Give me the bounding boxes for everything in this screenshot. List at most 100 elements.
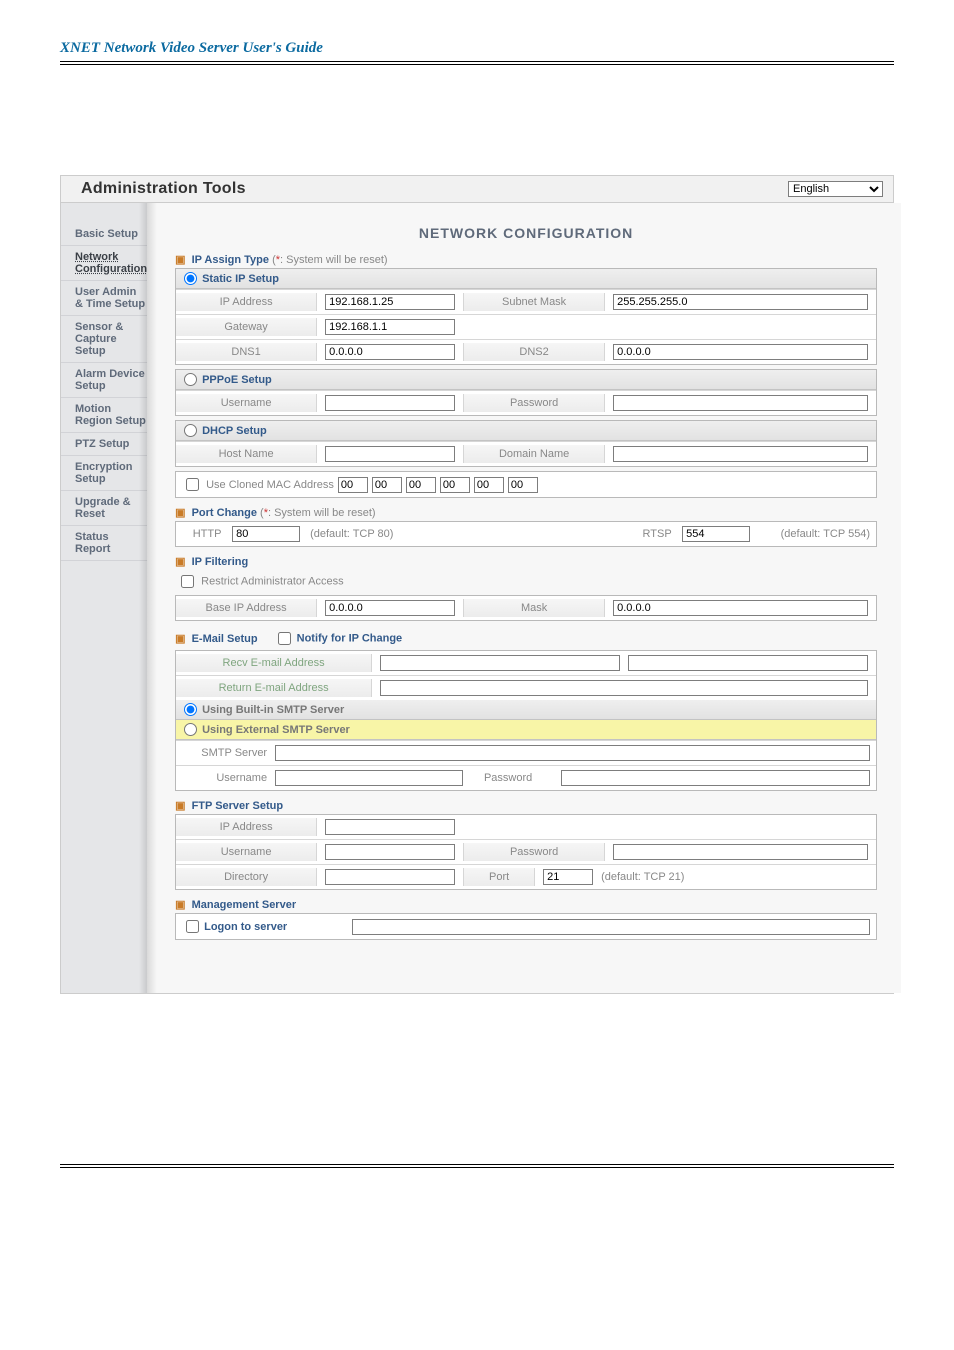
pppoe-password-input[interactable]: [613, 395, 868, 411]
hostname-input[interactable]: [325, 446, 455, 462]
rtsp-hint: (default: TCP 554): [760, 528, 870, 540]
ip-assign-header: ▣ IP Assign Type (*: System will be rese…: [175, 253, 877, 266]
mac-octet-4[interactable]: [440, 477, 470, 493]
http-port-input[interactable]: [232, 526, 300, 542]
base-ip-input[interactable]: [325, 600, 455, 616]
ftp-ip-label: IP Address: [176, 818, 317, 836]
mac-row: Use Cloned MAC Address: [175, 471, 877, 498]
ip-filtering-header: ▣ IP Filtering: [175, 555, 877, 568]
pppoe-box: PPPoE Setup Username Password: [175, 369, 877, 416]
ftp-port-hint: (default: TCP 21): [601, 871, 684, 883]
email-box: Recv E-mail Address Return E-mail Addres…: [175, 650, 877, 791]
ftp-username-label: Username: [176, 843, 317, 861]
smtp-username-label: Username: [182, 772, 275, 784]
sidebar-item-user-admin-time[interactable]: User Admin & Time Setup: [61, 281, 147, 316]
admin-header: Administration Tools English: [61, 176, 893, 203]
mac-octet-3[interactable]: [406, 477, 436, 493]
ftp-port-label: Port: [463, 868, 535, 886]
page-title: NETWORK CONFIGURATION: [175, 225, 877, 241]
rtsp-port-input[interactable]: [682, 526, 750, 542]
sidebar-item-sensor-capture[interactable]: Sensor & Capture Setup: [61, 316, 147, 363]
pppoe-username-input[interactable]: [325, 395, 455, 411]
sidebar-item-basic-setup[interactable]: Basic Setup: [61, 223, 147, 246]
sidebar-item-encryption-setup[interactable]: Encryption Setup: [61, 456, 147, 491]
bullet-icon: ▣: [175, 800, 185, 812]
port-row: HTTP (default: TCP 80) RTSP (default: TC…: [175, 521, 877, 547]
smtp-username-input[interactable]: [275, 770, 463, 786]
dns1-input[interactable]: [325, 344, 455, 360]
builtin-smtp-radio-row[interactable]: Using Built-in SMTP Server: [176, 700, 876, 720]
external-smtp-radio[interactable]: [184, 723, 197, 736]
mask-label: Mask: [463, 599, 605, 617]
dns2-input[interactable]: [613, 344, 868, 360]
bullet-icon: ▣: [175, 507, 185, 519]
notify-ip-change-row[interactable]: Notify for IP Change: [274, 629, 403, 648]
ip-address-label: IP Address: [176, 293, 317, 311]
admin-header-title: Administration Tools: [81, 180, 246, 198]
dns2-label: DNS2: [463, 343, 605, 361]
smtp-password-input[interactable]: [561, 770, 870, 786]
ftp-port-input[interactable]: [543, 869, 593, 885]
builtin-smtp-radio[interactable]: [184, 703, 197, 716]
domainname-input[interactable]: [613, 446, 868, 462]
dhcp-radio-row[interactable]: DHCP Setup: [176, 421, 876, 441]
sidebar-item-motion-region[interactable]: Motion Region Setup: [61, 398, 147, 433]
pppoe-radio[interactable]: [184, 373, 197, 386]
external-smtp-radio-row[interactable]: Using External SMTP Server: [176, 720, 876, 740]
static-ip-box: Static IP Setup IP Address Subnet Mask G…: [175, 268, 877, 365]
restrict-admin-row: Restrict Administrator Access: [175, 570, 877, 595]
use-cloned-mac-checkbox[interactable]: [186, 478, 199, 491]
dhcp-box: DHCP Setup Host Name Domain Name: [175, 420, 877, 467]
static-ip-radio[interactable]: [184, 272, 197, 285]
footer-rule: [60, 1164, 894, 1168]
dhcp-radio[interactable]: [184, 424, 197, 437]
sidebar-item-network-configuration[interactable]: Network Configuration: [61, 246, 147, 281]
gateway-input[interactable]: [325, 319, 455, 335]
base-ip-label: Base IP Address: [176, 599, 317, 617]
ip-address-input[interactable]: [325, 294, 455, 310]
smtp-server-input[interactable]: [275, 745, 870, 761]
email-setup-header: ▣ E-Mail Setup: [175, 632, 257, 645]
notify-ip-change-checkbox[interactable]: [278, 632, 291, 645]
subnet-mask-input[interactable]: [613, 294, 868, 310]
http-hint: (default: TCP 80): [310, 528, 632, 540]
admin-frame: Administration Tools English Basic Setup…: [60, 175, 894, 994]
language-select[interactable]: English: [788, 181, 883, 197]
pppoe-password-label: Password: [463, 394, 605, 412]
recv-email-input-1[interactable]: [380, 655, 620, 671]
ftp-directory-input[interactable]: [325, 869, 455, 885]
sidebar-item-alarm-device[interactable]: Alarm Device Setup: [61, 363, 147, 398]
pppoe-radio-row[interactable]: PPPoE Setup: [176, 370, 876, 390]
mgmt-server-header: ▣ Management Server: [175, 898, 877, 911]
mac-octet-5[interactable]: [474, 477, 504, 493]
dns1-label: DNS1: [176, 343, 317, 361]
pppoe-username-label: Username: [176, 394, 317, 412]
http-label: HTTP: [182, 528, 232, 540]
sidebar-item-upgrade-reset[interactable]: Upgrade & Reset: [61, 491, 147, 526]
bullet-icon: ▣: [175, 899, 185, 911]
ftp-box: IP Address Username Password Directory: [175, 814, 877, 890]
mask-input[interactable]: [613, 600, 868, 616]
document-title: XNET Network Video Server User's Guide: [60, 40, 894, 65]
static-ip-radio-row[interactable]: Static IP Setup: [176, 269, 876, 289]
port-change-header: ▣ Port Change (*: System will be reset): [175, 506, 877, 519]
mac-octet-2[interactable]: [372, 477, 402, 493]
use-cloned-mac-label: Use Cloned MAC Address: [206, 479, 334, 491]
ftp-password-label: Password: [463, 843, 605, 861]
return-email-input[interactable]: [380, 680, 868, 696]
mac-octet-1[interactable]: [338, 477, 368, 493]
recv-email-input-2[interactable]: [628, 655, 868, 671]
logon-server-checkbox[interactable]: [186, 920, 199, 933]
ftp-password-input[interactable]: [613, 844, 868, 860]
ftp-setup-header: ▣ FTP Server Setup: [175, 799, 877, 812]
smtp-server-label: SMTP Server: [182, 747, 275, 759]
ftp-username-input[interactable]: [325, 844, 455, 860]
mgmt-server-input[interactable]: [352, 919, 870, 935]
restrict-admin-checkbox[interactable]: [181, 575, 194, 588]
bullet-icon: ▣: [175, 556, 185, 568]
ftp-ip-input[interactable]: [325, 819, 455, 835]
logon-server-row[interactable]: Logon to server: [182, 917, 352, 936]
sidebar-item-status-report[interactable]: Status Report: [61, 526, 147, 561]
mac-octet-6[interactable]: [508, 477, 538, 493]
sidebar-item-ptz-setup[interactable]: PTZ Setup: [61, 433, 147, 456]
